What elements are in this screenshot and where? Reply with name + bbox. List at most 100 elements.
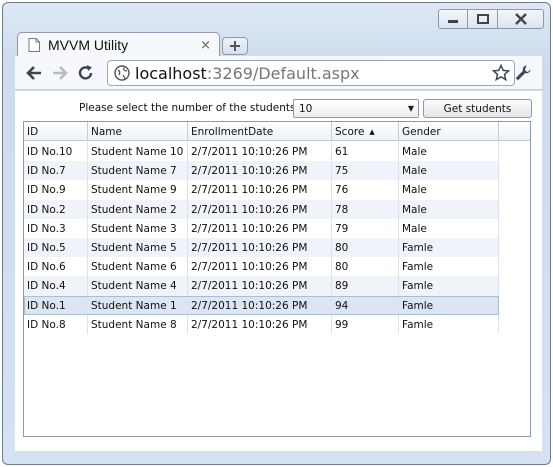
datagrid-rows: ID No.10 Student Name 10 2/7/2011 10:10:…	[24, 142, 499, 334]
maximize-icon	[476, 14, 489, 24]
cell-enrollment-date: 2/7/2011 10:10:26 PM	[188, 218, 332, 238]
cell-gender: Male	[399, 199, 499, 219]
cell-name: Student Name 7	[88, 161, 188, 181]
cell-id: ID No.5	[24, 237, 88, 258]
close-icon	[514, 13, 527, 25]
cell-gender: Male	[399, 180, 499, 200]
reload-icon	[78, 64, 93, 80]
cell-gender: Famle	[399, 276, 499, 296]
cell-enrollment-date: 2/7/2011 10:10:26 PM	[188, 314, 332, 334]
table-row[interactable]: ID No.4 Student Name 4 2/7/2011 10:10:26…	[24, 276, 499, 296]
cell-score: 80	[332, 257, 399, 277]
table-row[interactable]: ID No.10 Student Name 10 2/7/2011 10:10:…	[24, 142, 499, 162]
globe-icon	[114, 65, 130, 81]
table-row[interactable]: ID No.7 Student Name 7 2/7/2011 10:10:26…	[24, 161, 499, 181]
column-header-label: ID	[27, 126, 39, 138]
tab-close-button[interactable]: ×	[200, 39, 211, 52]
page-icon	[28, 38, 40, 52]
cell-gender: Male	[399, 161, 499, 181]
chevron-down-icon: ▼	[407, 104, 415, 113]
tab-strip: MVVM Utility ×	[17, 30, 248, 57]
cell-enrollment-date: 2/7/2011 10:10:26 PM	[188, 276, 332, 296]
cell-score: 78	[332, 199, 399, 219]
cell-id: ID No.7	[24, 161, 88, 181]
cell-enrollment-date: 2/7/2011 10:10:26 PM	[188, 199, 332, 219]
cell-id: ID No.6	[24, 257, 88, 277]
forward-arrow-icon	[53, 65, 68, 80]
column-header-score[interactable]: Score ▲	[332, 122, 399, 141]
students-datagrid[interactable]: ID Name EnrollmentDate Score ▲ Gender ID …	[23, 121, 531, 437]
cell-name: Student Name 3	[88, 218, 188, 238]
cell-score: 76	[332, 180, 399, 200]
address-bar[interactable]: localhost:3269/Default.aspx	[107, 60, 515, 86]
column-header-label: Gender	[402, 126, 441, 138]
table-row[interactable]: ID No.3 Student Name 3 2/7/2011 10:10:26…	[24, 218, 499, 238]
table-row[interactable]: ID No.9 Student Name 9 2/7/2011 10:10:26…	[24, 180, 499, 200]
browser-window: MVVM Utility × localhost:3269/Default.as…	[2, 2, 551, 465]
column-header-id[interactable]: ID	[24, 122, 88, 141]
cell-gender: Male	[399, 142, 499, 162]
cell-name: Student Name 10	[88, 142, 188, 162]
reload-button[interactable]	[73, 60, 99, 86]
page-content: Please select the number of the students…	[15, 91, 542, 451]
cell-gender: Male	[399, 218, 499, 238]
column-header-name[interactable]: Name	[88, 122, 188, 141]
column-header-filler	[499, 122, 530, 141]
cell-score: 89	[332, 276, 399, 296]
star-icon[interactable]	[492, 64, 510, 82]
column-header-gender[interactable]: Gender	[399, 122, 499, 141]
url-host: localhost	[135, 63, 207, 83]
forward-button[interactable]	[47, 60, 73, 86]
minimize-icon	[448, 20, 458, 23]
back-arrow-icon	[26, 65, 41, 80]
minimize-button[interactable]	[438, 9, 468, 29]
cell-name: Student Name 5	[88, 237, 188, 258]
column-header-label: Score	[335, 126, 365, 138]
new-tab-button[interactable]	[222, 37, 248, 55]
cell-gender: Famle	[399, 295, 499, 315]
cell-gender: Famle	[399, 257, 499, 277]
student-selector-row: Please select the number of the students…	[15, 99, 542, 119]
url-text: localhost:3269/Default.aspx	[135, 64, 360, 83]
table-row[interactable]: ID No.5 Student Name 5 2/7/2011 10:10:26…	[24, 237, 499, 258]
cell-name: Student Name 6	[88, 257, 188, 277]
table-row[interactable]: ID No.6 Student Name 6 2/7/2011 10:10:26…	[24, 257, 499, 277]
selector-label: Please select the number of the students	[79, 102, 296, 114]
window-caption-buttons	[438, 9, 544, 29]
cell-id: ID No.1	[24, 295, 88, 315]
back-button[interactable]	[21, 60, 47, 86]
cell-id: ID No.10	[24, 142, 88, 162]
cell-score: 80	[332, 237, 399, 258]
cell-id: ID No.4	[24, 276, 88, 296]
cell-enrollment-date: 2/7/2011 10:10:26 PM	[188, 180, 332, 200]
cell-name: Student Name 8	[88, 314, 188, 334]
new-tab-icon	[230, 41, 240, 51]
combobox-value: 10	[299, 102, 313, 115]
cell-gender: Famle	[399, 237, 499, 258]
tab-title: MVVM Utility	[48, 37, 129, 53]
cell-id: ID No.8	[24, 314, 88, 334]
column-header-label: Name	[91, 126, 122, 138]
cell-name: Student Name 9	[88, 180, 188, 200]
maximize-button[interactable]	[468, 9, 498, 29]
cell-enrollment-date: 2/7/2011 10:10:26 PM	[188, 142, 332, 162]
close-window-button[interactable]	[498, 9, 544, 29]
wrench-icon[interactable]	[514, 64, 532, 82]
get-students-button[interactable]: Get students	[423, 99, 532, 118]
cell-name: Student Name 1	[88, 295, 188, 315]
cell-name: Student Name 2	[88, 199, 188, 219]
column-header-enrollment-date[interactable]: EnrollmentDate	[188, 122, 332, 141]
sort-ascending-icon: ▲	[369, 128, 375, 136]
browser-tab[interactable]: MVVM Utility ×	[17, 32, 220, 57]
cell-id: ID No.9	[24, 180, 88, 200]
table-row[interactable]: ID No.2 Student Name 2 2/7/2011 10:10:26…	[24, 199, 499, 219]
student-count-combobox[interactable]: 10 ▼	[293, 99, 419, 118]
table-row-selected[interactable]: ID No.1 Student Name 1 2/7/2011 10:10:26…	[24, 295, 499, 315]
table-row[interactable]: ID No.8 Student Name 8 2/7/2011 10:10:26…	[24, 314, 499, 334]
cell-id: ID No.2	[24, 199, 88, 219]
cell-enrollment-date: 2/7/2011 10:10:26 PM	[188, 257, 332, 277]
browser-toolbar: localhost:3269/Default.aspx	[15, 56, 542, 90]
cell-name: Student Name 4	[88, 276, 188, 296]
cell-id: ID No.3	[24, 218, 88, 238]
cell-gender: Famle	[399, 314, 499, 334]
